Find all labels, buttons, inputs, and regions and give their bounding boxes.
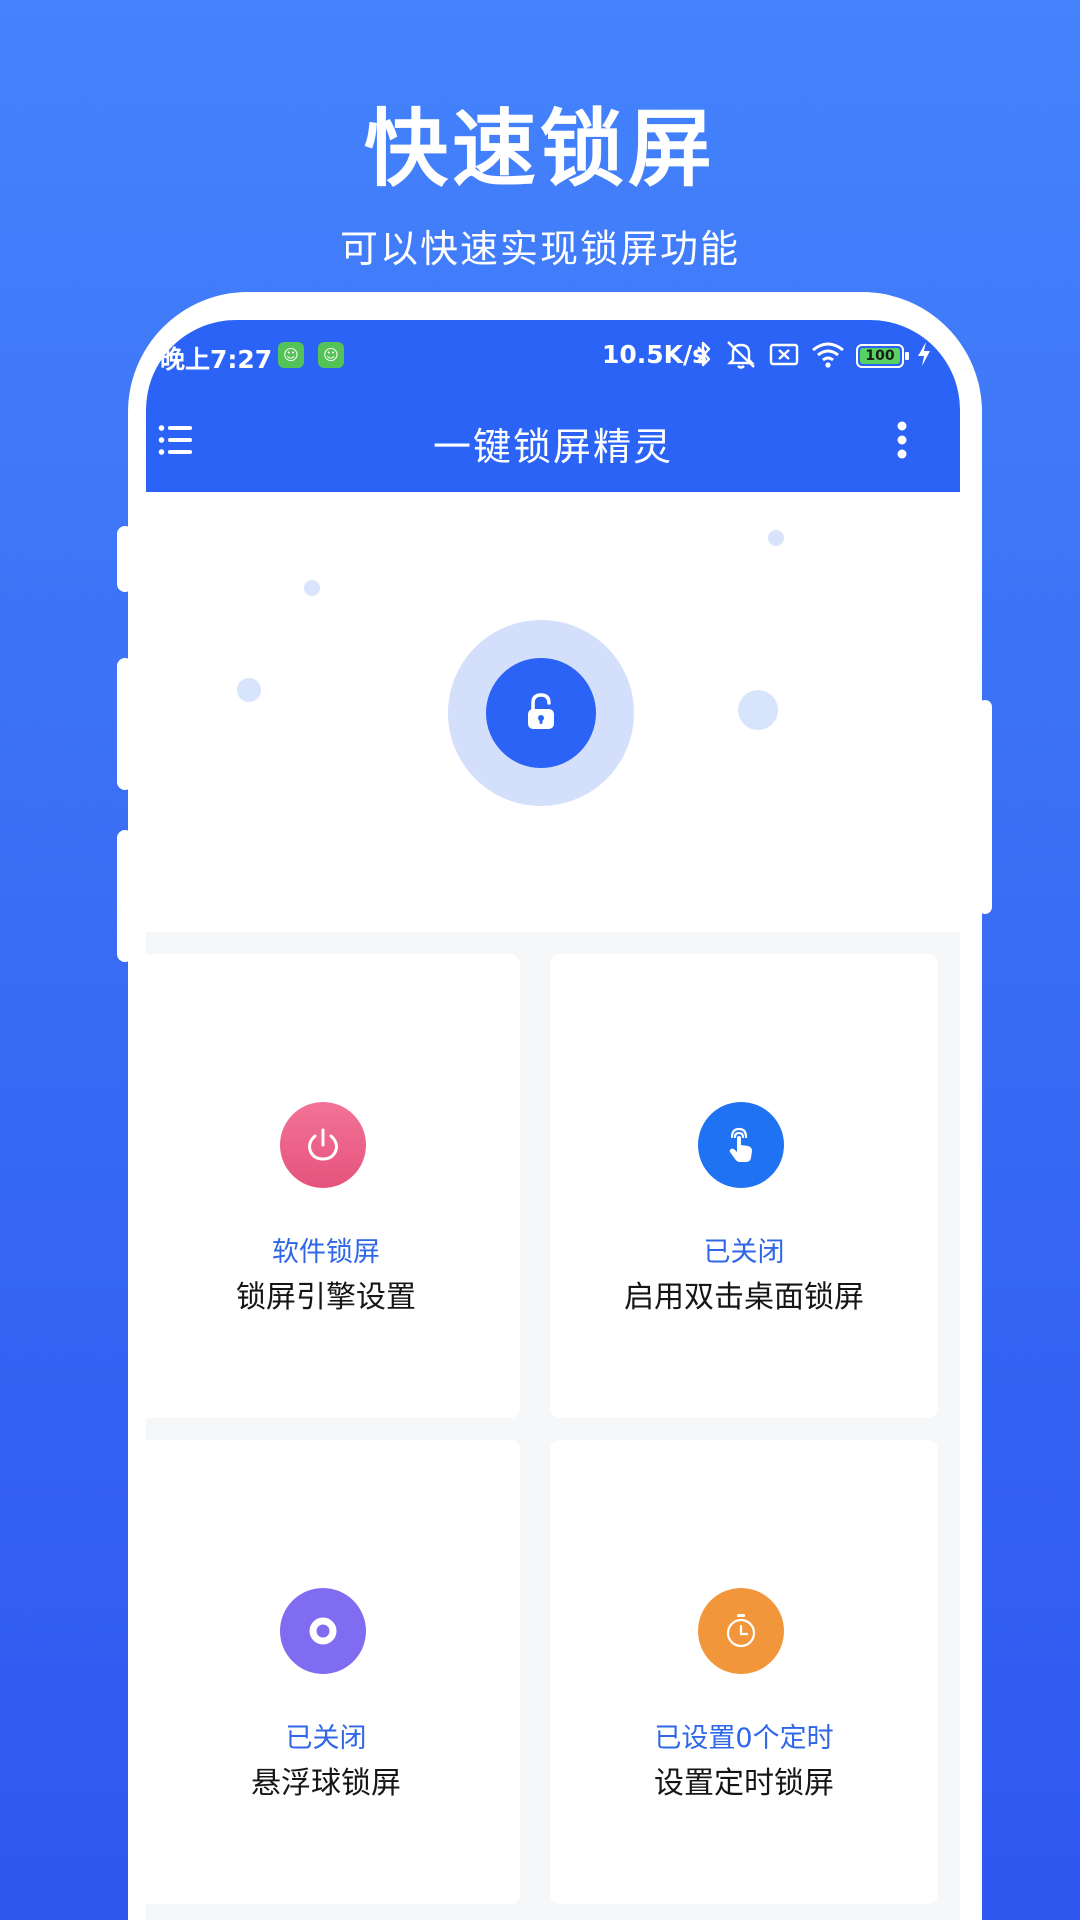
decor-dot	[304, 580, 320, 596]
card-timer-lock[interactable]: 已设置0个定时 设置定时锁屏	[550, 1440, 938, 1904]
mute-icon	[727, 341, 755, 369]
card-label: 设置定时锁屏	[654, 1766, 834, 1801]
battery-icon: 100	[856, 344, 909, 368]
charging-icon	[918, 342, 930, 366]
card-software-lock[interactable]: 软件锁屏 锁屏引擎设置	[146, 954, 520, 1418]
wifi-icon	[812, 342, 844, 368]
app-title: 一键锁屏精灵	[432, 425, 673, 469]
status-time: 晚上7:27	[160, 345, 273, 374]
decor-dot	[738, 690, 778, 730]
card-floating-ball-lock[interactable]: 已关闭 悬浮球锁屏	[146, 1440, 520, 1904]
phone-side-button	[117, 830, 133, 962]
card-label: 启用双击桌面锁屏	[624, 1280, 864, 1315]
phone-side-button	[117, 526, 133, 592]
status-bar: 晚上7:27 ☺ ☺ 10.5K/s 100	[146, 320, 960, 390]
promo-subtitle: 可以快速实现锁屏功能	[339, 227, 740, 271]
card-status: 已关闭	[285, 1723, 367, 1754]
card-status: 已关闭	[703, 1237, 785, 1268]
phone-side-button	[978, 700, 992, 914]
phone-side-button	[117, 658, 133, 790]
card-status: 已设置0个定时	[654, 1723, 834, 1754]
promo-title: 快速锁屏	[363, 100, 716, 198]
network-speed: 10.5K/s	[602, 340, 708, 369]
timer-icon	[698, 1588, 784, 1674]
decor-dot	[768, 530, 784, 546]
one-key-lock-button[interactable]	[486, 658, 596, 768]
app-bar: 一键锁屏精灵	[146, 390, 960, 492]
tap-hand-icon	[698, 1102, 784, 1188]
battery-tip	[905, 352, 909, 360]
card-label: 悬浮球锁屏	[251, 1766, 401, 1801]
decor-dot	[237, 678, 261, 702]
bluetooth-icon	[697, 341, 711, 367]
lock-icon	[528, 693, 554, 729]
power-icon	[280, 1102, 366, 1188]
app-screen: 晚上7:27 ☺ ☺ 10.5K/s 100 一键锁屏精灵 软件锁屏 锁屏引擎设…	[146, 320, 960, 1920]
hero-section	[146, 492, 960, 932]
card-status: 软件锁屏	[272, 1237, 380, 1268]
app-notification-icon: ☺	[318, 342, 344, 368]
floating-ball-icon	[280, 1588, 366, 1674]
card-label: 锁屏引擎设置	[236, 1280, 416, 1315]
battery-level: 100	[860, 348, 900, 364]
sim-off-icon	[769, 343, 799, 366]
more-vertical-icon[interactable]	[894, 420, 910, 460]
card-double-tap-lock[interactable]: 已关闭 启用双击桌面锁屏	[550, 954, 938, 1418]
app-notification-icon: ☺	[278, 342, 304, 368]
